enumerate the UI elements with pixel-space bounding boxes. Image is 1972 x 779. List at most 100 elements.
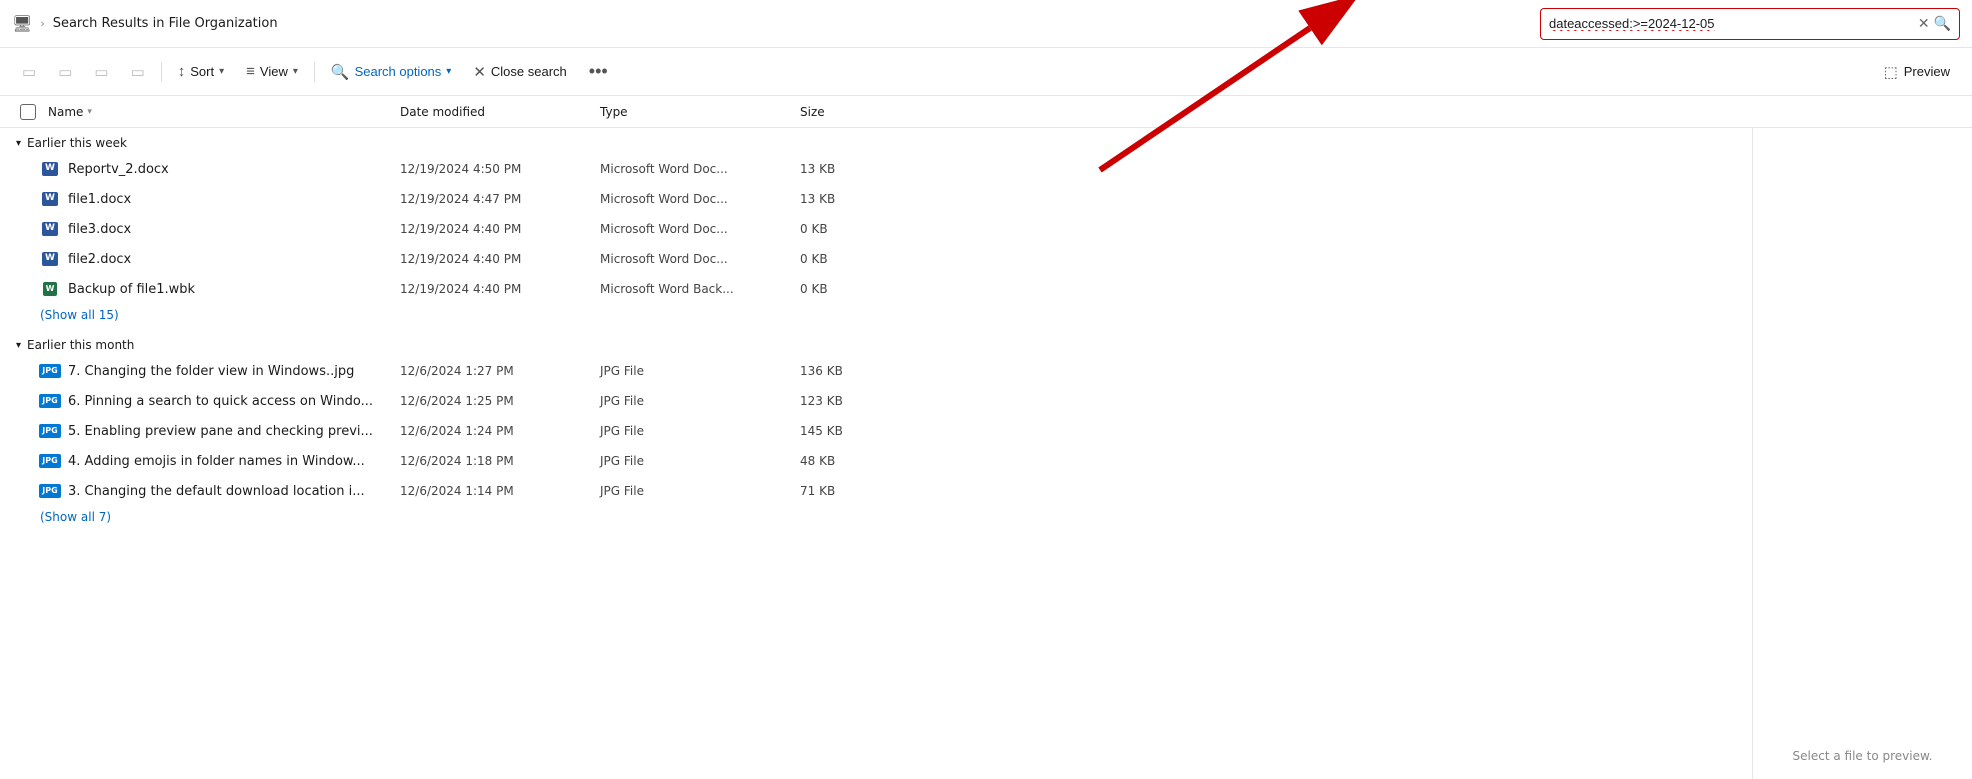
delete-icon: ▭ xyxy=(131,63,145,81)
copy-button[interactable]: ▭ xyxy=(12,57,46,87)
group-header-earlier-this-month[interactable]: ▾Earlier this month xyxy=(0,330,1752,356)
file-size: 13 KB xyxy=(796,192,896,206)
search-icon[interactable]: 🔍 xyxy=(1934,16,1951,32)
file-size: 0 KB xyxy=(796,222,896,236)
file-type: Microsoft Word Back... xyxy=(596,282,796,296)
table-row[interactable]: W Backup of file1.wbk 12/19/2024 4:40 PM… xyxy=(0,274,1752,304)
file-size: 71 KB xyxy=(796,484,896,498)
rename-icon: ▭ xyxy=(58,63,72,81)
preview-icon: ⬚ xyxy=(1884,63,1898,81)
search-box[interactable]: ✕ 🔍 xyxy=(1540,8,1960,40)
file-date: 12/19/2024 4:47 PM xyxy=(396,192,596,206)
view-icon: ≡ xyxy=(246,63,255,80)
show-all-earlier-this-month[interactable]: (Show all 7) xyxy=(0,506,1752,532)
col-size-label: Size xyxy=(800,105,825,119)
page-title: Search Results in File Organization xyxy=(53,16,278,31)
file-size: 136 KB xyxy=(796,364,896,378)
separator-1 xyxy=(161,62,162,82)
file-size: 145 KB xyxy=(796,424,896,438)
view-button[interactable]: ≡ View ▾ xyxy=(236,57,308,86)
col-header-type[interactable]: Type xyxy=(596,105,796,119)
share-button[interactable]: ▭ xyxy=(84,57,118,87)
search-options-chevron-icon: ▾ xyxy=(446,66,451,77)
sort-label: Sort xyxy=(190,64,214,79)
table-row[interactable]: JPG 5. Enabling preview pane and checkin… xyxy=(0,416,1752,446)
file-name-cell: W file3.docx xyxy=(16,219,396,239)
table-row[interactable]: JPG 3. Changing the default download loc… xyxy=(0,476,1752,506)
file-icon: W xyxy=(40,249,60,269)
col-header-size[interactable]: Size xyxy=(796,105,896,119)
breadcrumb-chevron: › xyxy=(40,17,44,30)
close-search-button[interactable]: ✕ Close search xyxy=(463,57,576,87)
file-date: 12/6/2024 1:18 PM xyxy=(396,454,596,468)
file-name: 6. Pinning a search to quick access on W… xyxy=(68,394,373,409)
show-all-earlier-this-week[interactable]: (Show all 15) xyxy=(0,304,1752,330)
copy-icon: ▭ xyxy=(22,63,36,81)
col-header-name[interactable]: Name ▾ xyxy=(16,104,396,120)
preview-panel: Select a file to preview. xyxy=(1752,128,1972,779)
toolbar: ▭ ▭ ▭ ▭ ↕ Sort ▾ ≡ View ▾ 🔍 Search optio… xyxy=(0,48,1972,96)
table-row[interactable]: W file2.docx 12/19/2024 4:40 PM Microsof… xyxy=(0,244,1752,274)
file-type: JPG File xyxy=(596,424,796,438)
file-icon: W xyxy=(40,159,60,179)
col-type-label: Type xyxy=(600,105,628,119)
file-icon: JPG xyxy=(40,421,60,441)
file-name-cell: JPG 5. Enabling preview pane and checkin… xyxy=(16,421,396,441)
search-clear-button[interactable]: ✕ xyxy=(1918,16,1930,32)
more-options-button[interactable]: ••• xyxy=(579,55,618,88)
preview-label: Preview xyxy=(1904,64,1950,79)
table-row[interactable]: JPG 4. Adding emojis in folder names in … xyxy=(0,446,1752,476)
file-type: Microsoft Word Doc... xyxy=(596,162,796,176)
file-icon: JPG xyxy=(40,451,60,471)
table-row[interactable]: JPG 6. Pinning a search to quick access … xyxy=(0,386,1752,416)
file-date: 12/6/2024 1:14 PM xyxy=(396,484,596,498)
file-size: 13 KB xyxy=(796,162,896,176)
file-name: 3. Changing the default download locatio… xyxy=(68,484,365,499)
group-label: Earlier this week xyxy=(27,136,127,150)
file-date: 12/19/2024 4:40 PM xyxy=(396,222,596,236)
table-row[interactable]: JPG 7. Changing the folder view in Windo… xyxy=(0,356,1752,386)
file-date: 12/6/2024 1:24 PM xyxy=(396,424,596,438)
table-row[interactable]: W file1.docx 12/19/2024 4:47 PM Microsof… xyxy=(0,184,1752,214)
delete-button[interactable]: ▭ xyxy=(121,57,155,87)
file-icon: JPG xyxy=(40,361,60,381)
file-date: 12/19/2024 4:40 PM xyxy=(396,252,596,266)
col-header-date[interactable]: Date modified xyxy=(396,105,596,119)
table-row[interactable]: W Reportv_2.docx 12/19/2024 4:50 PM Micr… xyxy=(0,154,1752,184)
toolbar-right: ⬚ Preview xyxy=(1874,57,1960,87)
file-name: Backup of file1.wbk xyxy=(68,282,195,297)
toolbar-left: ▭ ▭ ▭ ▭ ↕ Sort ▾ ≡ View ▾ 🔍 Search optio… xyxy=(12,55,618,88)
group-chevron-icon: ▾ xyxy=(16,138,21,149)
file-icon: JPG xyxy=(40,391,60,411)
monitor-icon: 🖥 xyxy=(12,14,32,33)
preview-button[interactable]: ⬚ Preview xyxy=(1874,57,1960,87)
file-name: file3.docx xyxy=(68,222,131,237)
file-name: 5. Enabling preview pane and checking pr… xyxy=(68,424,373,439)
search-options-icon: 🔍 xyxy=(331,63,350,81)
main-content: ▾ Earlier this week W Reportv_2.docx 12/1… xyxy=(0,128,1972,779)
col-date-label: Date modified xyxy=(400,105,485,119)
file-icon: W xyxy=(40,279,60,299)
table-row[interactable]: W file3.docx 12/19/2024 4:40 PM Microsof… xyxy=(0,214,1752,244)
file-name-cell: JPG 4. Adding emojis in folder names in … xyxy=(16,451,396,471)
search-input[interactable] xyxy=(1549,16,1918,31)
sort-button[interactable]: ↕ Sort ▾ xyxy=(168,57,234,86)
file-size: 0 KB xyxy=(796,282,896,296)
file-type: Microsoft Word Doc... xyxy=(596,252,796,266)
separator-2 xyxy=(314,62,315,82)
group-header-earlier-this-week[interactable]: ▾ Earlier this week xyxy=(0,128,1752,154)
share-icon: ▭ xyxy=(94,63,108,81)
file-type: JPG File xyxy=(596,394,796,408)
file-list: ▾ Earlier this week W Reportv_2.docx 12/1… xyxy=(0,128,1752,779)
file-name-cell: JPG 7. Changing the folder view in Windo… xyxy=(16,361,396,381)
file-icon: W xyxy=(40,219,60,239)
file-type: JPG File xyxy=(596,484,796,498)
search-options-button[interactable]: 🔍 Search options ▾ xyxy=(321,57,461,87)
rename-button[interactable]: ▭ xyxy=(48,57,82,87)
view-chevron-icon: ▾ xyxy=(293,66,298,77)
file-type: JPG File xyxy=(596,364,796,378)
file-date: 12/6/2024 1:27 PM xyxy=(396,364,596,378)
select-all-checkbox[interactable] xyxy=(20,104,36,120)
file-name: file1.docx xyxy=(68,192,131,207)
file-name-cell: W file2.docx xyxy=(16,249,396,269)
